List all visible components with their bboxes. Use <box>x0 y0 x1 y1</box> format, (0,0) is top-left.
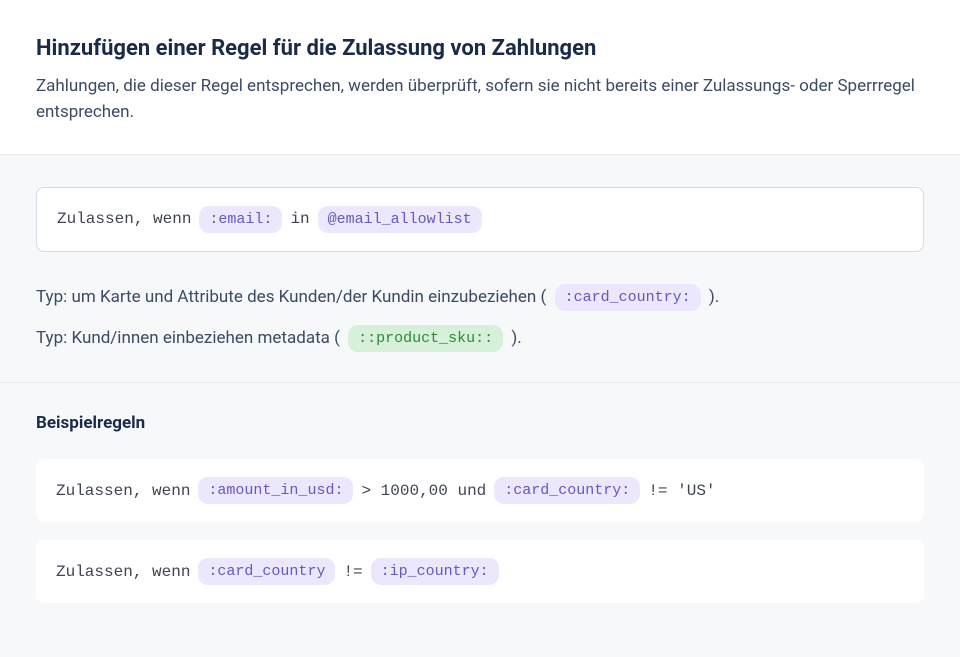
token-card-country-ex2: :card_country <box>198 558 335 585</box>
section-divider <box>0 382 960 383</box>
example1-op2: != 'US' <box>648 482 715 500</box>
token-product-sku: ::product_sku:: <box>348 325 503 352</box>
hint-card-attributes: Typ: um Karte und Attribute des Kunden/d… <box>36 284 924 311</box>
example1-prefix: Zulassen, wenn <box>56 482 190 500</box>
examples-title: Beispielregeln <box>36 413 924 433</box>
token-card-country: :card_country: <box>555 284 701 311</box>
modal-header: Hinzufügen einer Regel für die Zulassung… <box>0 0 960 154</box>
modal-title: Hinzufügen einer Regel für die Zulassung… <box>36 36 924 61</box>
hint2-prefix: Typ: Kund/innen einbeziehen metadata ( <box>36 328 340 348</box>
token-email[interactable]: :email: <box>199 206 282 233</box>
example1-op1: > 1000,00 und <box>361 482 486 500</box>
modal-container: Hinzufügen einer Regel für die Zulassung… <box>0 0 960 624</box>
hint-metadata: Typ: Kund/innen einbeziehen metadata ( :… <box>36 325 924 352</box>
example-rule-2[interactable]: Zulassen, wenn :card_country != :ip_coun… <box>36 540 924 603</box>
example2-prefix: Zulassen, wenn <box>56 563 190 581</box>
token-email-allowlist[interactable]: @email_allowlist <box>318 206 482 233</box>
hint2-suffix: ). <box>511 328 521 348</box>
modal-subtitle: Zahlungen, die dieser Regel entsprechen,… <box>36 73 924 126</box>
rule-prefix: Zulassen, wenn <box>57 210 191 228</box>
token-amount-in-usd: :amount_in_usd: <box>198 477 353 504</box>
hint1-suffix: ). <box>709 287 719 307</box>
token-card-country-ex1: :card_country: <box>494 477 640 504</box>
token-ip-country: :ip_country: <box>371 558 499 585</box>
example2-op: != <box>343 563 362 581</box>
hint1-prefix: Typ: um Karte und Attribute des Kunden/d… <box>36 287 546 307</box>
rule-input[interactable]: Zulassen, wenn :email: in @email_allowli… <box>36 187 924 252</box>
example-rule-1[interactable]: Zulassen, wenn :amount_in_usd: > 1000,00… <box>36 459 924 522</box>
operator-in: in <box>290 210 309 228</box>
modal-content: Zulassen, wenn :email: in @email_allowli… <box>0 154 960 657</box>
